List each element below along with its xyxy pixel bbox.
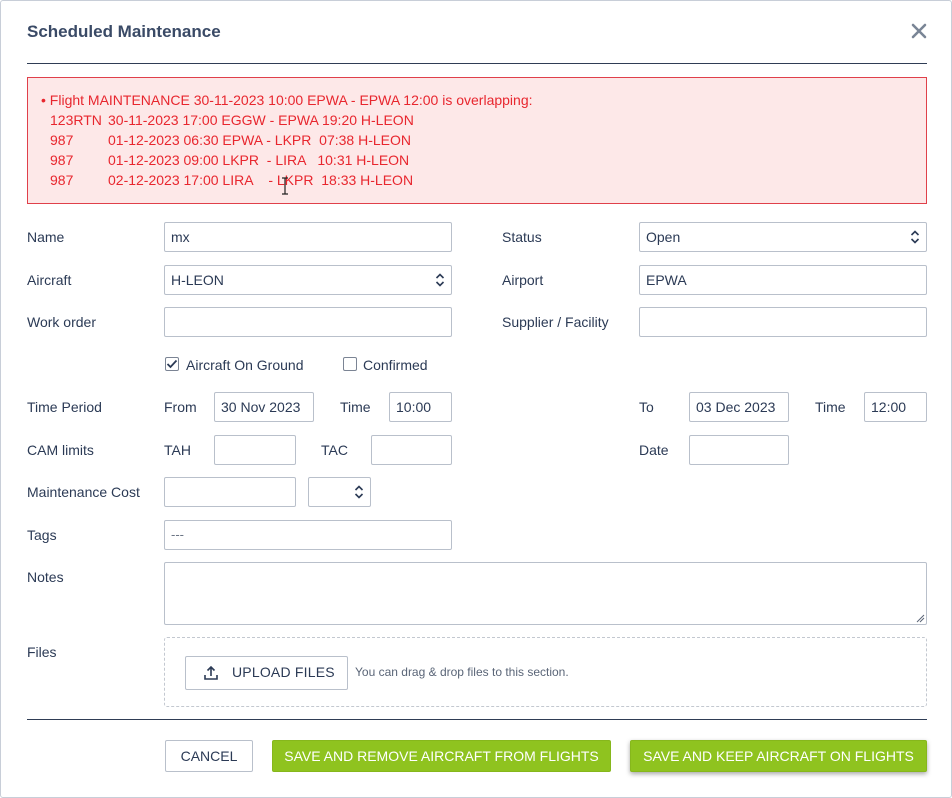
work-order-label: Work order (27, 314, 96, 330)
aog-label: Aircraft On Ground (186, 357, 304, 373)
confirmed-checkbox[interactable] (343, 357, 357, 371)
select-arrows-icon (354, 485, 364, 499)
aircraft-select[interactable]: H-LEON (164, 265, 452, 295)
dialog-title: Scheduled Maintenance (27, 22, 221, 41)
from-time-label: Time (340, 399, 371, 415)
save-remove-aircraft-button[interactable]: SAVE AND REMOVE AIRCRAFT FROM FLIGHTS (272, 740, 611, 772)
alert-row-details: 01-12-2023 09:00 LKPR - LIRA 10:31 H-LEO… (108, 152, 410, 168)
tags-label: Tags (27, 527, 57, 543)
aog-checkbox[interactable] (165, 357, 179, 371)
tac-input[interactable] (371, 435, 452, 465)
cam-date-label: Date (639, 442, 669, 458)
currency-select[interactable] (308, 477, 371, 507)
select-arrows-icon (910, 230, 920, 244)
from-time-input[interactable]: 10:00 (389, 392, 452, 422)
files-label: Files (27, 644, 57, 660)
time-period-label: Time Period (27, 399, 102, 415)
footer-divider (27, 719, 927, 720)
supplier-input[interactable] (639, 307, 927, 337)
overlap-alert: • Flight MAINTENANCE 30-11-2023 10:00 EP… (27, 77, 927, 204)
alert-row: 987 01-12-2023 06:30 EPWA - LKPR 07:38 H-… (41, 130, 926, 150)
file-dropzone[interactable]: UPLOAD FILES You can drag & drop files t… (164, 637, 927, 707)
alert-row-flight: 123RTN (50, 112, 102, 128)
status-value: Open (646, 229, 681, 245)
alert-header: Flight MAINTENANCE 30-11-2023 10:00 EPWA… (49, 92, 533, 108)
alert-row: 987 01-12-2023 09:00 LKPR - LIRA 10:31 H-… (41, 150, 926, 170)
airport-label: Airport (502, 272, 544, 288)
name-input[interactable]: mx (164, 222, 452, 252)
aircraft-value: H-LEON (171, 272, 224, 288)
status-label: Status (502, 229, 542, 245)
alert-row: 123RTN 30-11-2023 17:00 EGGW - EPWA 19:20… (41, 110, 926, 130)
close-icon[interactable] (907, 19, 931, 43)
tags-input[interactable]: --- (164, 520, 452, 550)
dropzone-hint: You can drag & drop files to this sectio… (355, 665, 569, 679)
notes-textarea[interactable] (164, 562, 927, 625)
supplier-label: Supplier / Facility (502, 314, 609, 330)
cam-date-input[interactable] (689, 435, 789, 465)
check-icon (166, 359, 178, 369)
status-select[interactable]: Open (639, 222, 927, 252)
upload-icon (204, 665, 218, 680)
notes-label: Notes (27, 569, 64, 585)
confirmed-label: Confirmed (363, 357, 428, 373)
maintenance-cost-input[interactable] (164, 477, 296, 507)
to-date-input[interactable]: 03 Dec 2023 (689, 392, 789, 422)
to-time-label: Time (815, 399, 846, 415)
cam-limits-label: CAM limits (27, 442, 94, 458)
text-cursor-icon (282, 177, 288, 195)
alert-row-details: 30-11-2023 17:00 EGGW - EPWA 19:20 H-LEO… (108, 112, 414, 128)
select-arrows-icon (435, 273, 445, 287)
airport-input[interactable]: EPWA (639, 265, 927, 295)
alert-row-flight: 987 (50, 152, 74, 168)
work-order-input[interactable] (164, 307, 452, 337)
upload-files-label: UPLOAD FILES (232, 664, 335, 680)
from-label: From (164, 399, 197, 415)
cancel-button[interactable]: CANCEL (165, 740, 253, 772)
maintenance-cost-label: Maintenance Cost (27, 484, 140, 500)
alert-row: 987 02-12-2023 17:00 LIRA - LKPR 18:33 H-… (41, 170, 926, 190)
aircraft-label: Aircraft (27, 272, 72, 288)
alert-bullet: • (41, 92, 46, 108)
tah-input[interactable] (214, 435, 296, 465)
to-label: To (639, 399, 654, 415)
alert-row-details: 01-12-2023 06:30 EPWA - LKPR 07:38 H-LEO… (108, 132, 411, 148)
to-time-input[interactable]: 12:00 (864, 392, 927, 422)
from-date-input[interactable]: 30 Nov 2023 (214, 392, 314, 422)
scheduled-maintenance-dialog: Scheduled Maintenance • Flight MAINTENAN… (0, 0, 952, 798)
resize-handle-icon[interactable] (915, 613, 925, 623)
alert-row-flight: 987 (50, 132, 74, 148)
tac-label: TAC (321, 442, 348, 458)
alert-row-details: 02-12-2023 17:00 LIRA - LKPR 18:33 H-LEO… (108, 172, 414, 188)
header-divider (27, 63, 927, 64)
upload-files-button[interactable]: UPLOAD FILES (185, 656, 348, 690)
alert-row-flight: 987 (50, 172, 74, 188)
name-label: Name (27, 229, 65, 245)
save-keep-aircraft-button[interactable]: SAVE AND KEEP AIRCRAFT ON FLIGHTS (630, 740, 927, 772)
tah-label: TAH (164, 442, 191, 458)
